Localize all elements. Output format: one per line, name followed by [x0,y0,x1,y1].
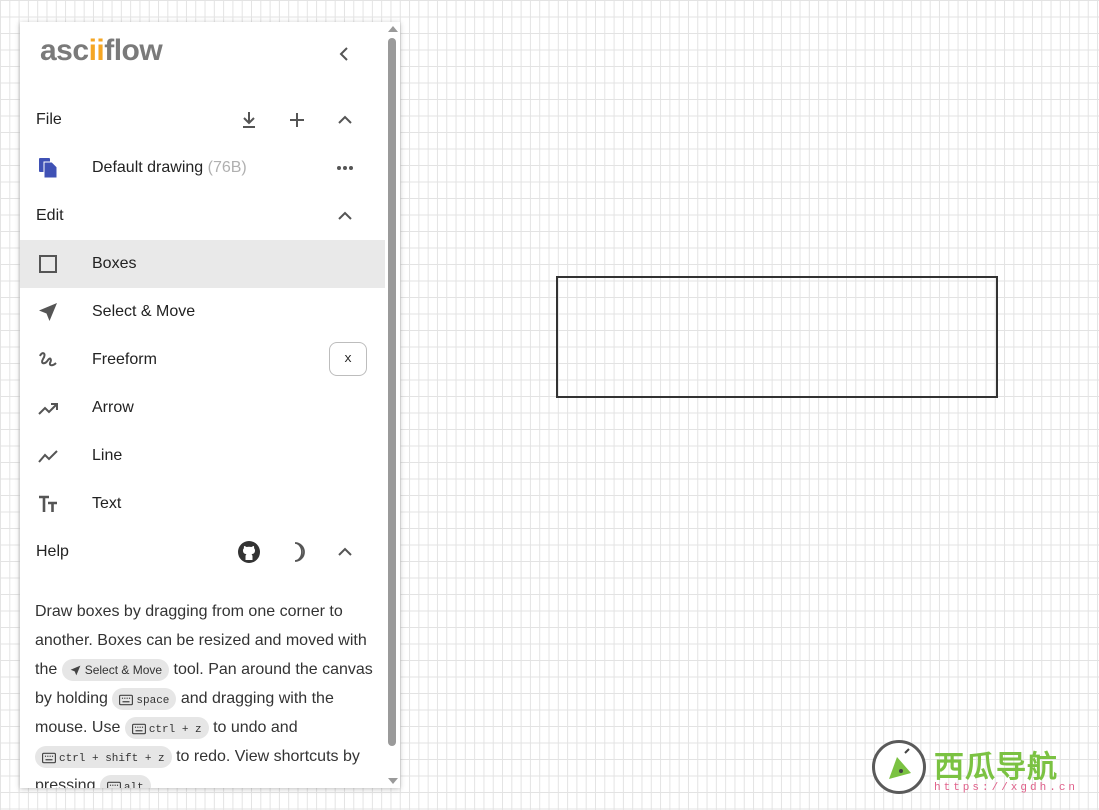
sidebar-header: asciiflow [20,22,385,84]
dark-mode-toggle[interactable] [285,540,309,564]
new-drawing-button[interactable] [285,108,309,132]
navigation-arrow-icon [36,300,60,324]
file-collapse-button[interactable] [333,108,357,132]
edit-section-title: Edit [36,207,64,224]
redo-key-chip: ctrl + shift + z [35,745,172,768]
chevron-left-icon [339,47,348,61]
watermark-title: 西瓜导航 [934,751,1058,784]
moon-icon [294,542,305,562]
github-link[interactable] [237,540,261,564]
plus-icon [290,113,304,127]
sidebar-panel: asciiflow File Default drawing (76B) Edi… [20,22,400,788]
square-outline-icon [36,252,60,276]
scroll-thumb[interactable] [388,38,396,746]
edit-section-header[interactable]: Edit [20,192,385,240]
chip-label: ctrl + z [148,723,202,736]
chip-label: space [136,694,170,707]
keyboard-icon [42,752,56,763]
sidebar-content: asciiflow File Default drawing (76B) Edi… [20,22,385,788]
select-move-chip: Select & Move [61,658,170,681]
tool-select-move[interactable]: Select & Move [20,288,385,336]
help-text-4: to undo and [208,719,298,736]
download-icon [243,112,255,128]
sidebar-scrollbar[interactable] [385,22,400,788]
tool-line[interactable]: Line [20,432,385,480]
gesture-icon [36,348,60,372]
alt-key-chip: alt [99,774,151,788]
chevron-up-icon [338,115,352,124]
asciiflow-logo: asciiflow [40,34,163,67]
tool-label: Arrow [92,399,134,416]
help-section-title: Help [36,543,69,560]
file-copy-icon [36,156,60,180]
github-icon [238,541,260,563]
file-section-header[interactable]: File [20,96,385,144]
undo-key-chip: ctrl + z [124,716,209,739]
help-collapse-button[interactable] [333,540,357,564]
download-button[interactable] [237,108,261,132]
more-horizontal-icon [337,166,353,170]
space-key-chip: space [112,687,177,710]
drawing-size: (76B) [207,159,247,176]
canvas-box-shape[interactable] [556,276,998,398]
keyboard-icon [131,723,146,734]
show-chart-icon [36,444,60,468]
edit-collapse-button[interactable] [333,204,357,228]
scroll-down-arrow[interactable] [388,778,398,784]
watermark: 西瓜导航 https://xgdh.cn [872,740,1087,800]
drawing-more-button[interactable] [333,156,357,180]
keyboard-icon [106,781,121,788]
watermark-url: https://xgdh.cn [934,782,1079,794]
drawing-item-default[interactable]: Default drawing (76B) [20,144,385,192]
tool-text[interactable]: Text [20,480,385,528]
help-section-header[interactable]: Help [20,528,385,576]
freeform-shortcut-key[interactable]: x [329,342,367,376]
chip-label: Select & Move [84,662,163,677]
help-paragraph: Draw boxes by dragging from one corner t… [35,597,375,788]
help-text-6: . [150,777,156,788]
navigation-arrow-icon [70,665,81,676]
watermark-logo [872,740,926,794]
tool-label: Freeform [92,351,157,368]
tool-label: Select & Move [92,303,196,320]
tool-boxes[interactable]: Boxes [20,240,385,288]
tool-label: Line [92,447,123,464]
tool-label: Boxes [92,255,137,272]
collapse-sidebar-button[interactable] [332,42,356,66]
chevron-up-icon [338,547,352,556]
text-fields-icon [36,492,60,516]
chevron-up-icon [338,211,352,220]
chip-label: ctrl + shift + z [59,752,165,765]
trending-up-icon [36,396,60,420]
tool-label: Text [92,495,122,512]
file-section-title: File [36,111,62,128]
chip-label: alt [123,781,144,788]
melon-icon [889,748,911,779]
tool-arrow[interactable]: Arrow [20,384,385,432]
scroll-up-arrow[interactable] [388,26,398,32]
keyboard-icon [119,694,134,705]
drawing-name: Default drawing [92,159,204,176]
tool-freeform[interactable]: Freeform x [20,336,385,384]
